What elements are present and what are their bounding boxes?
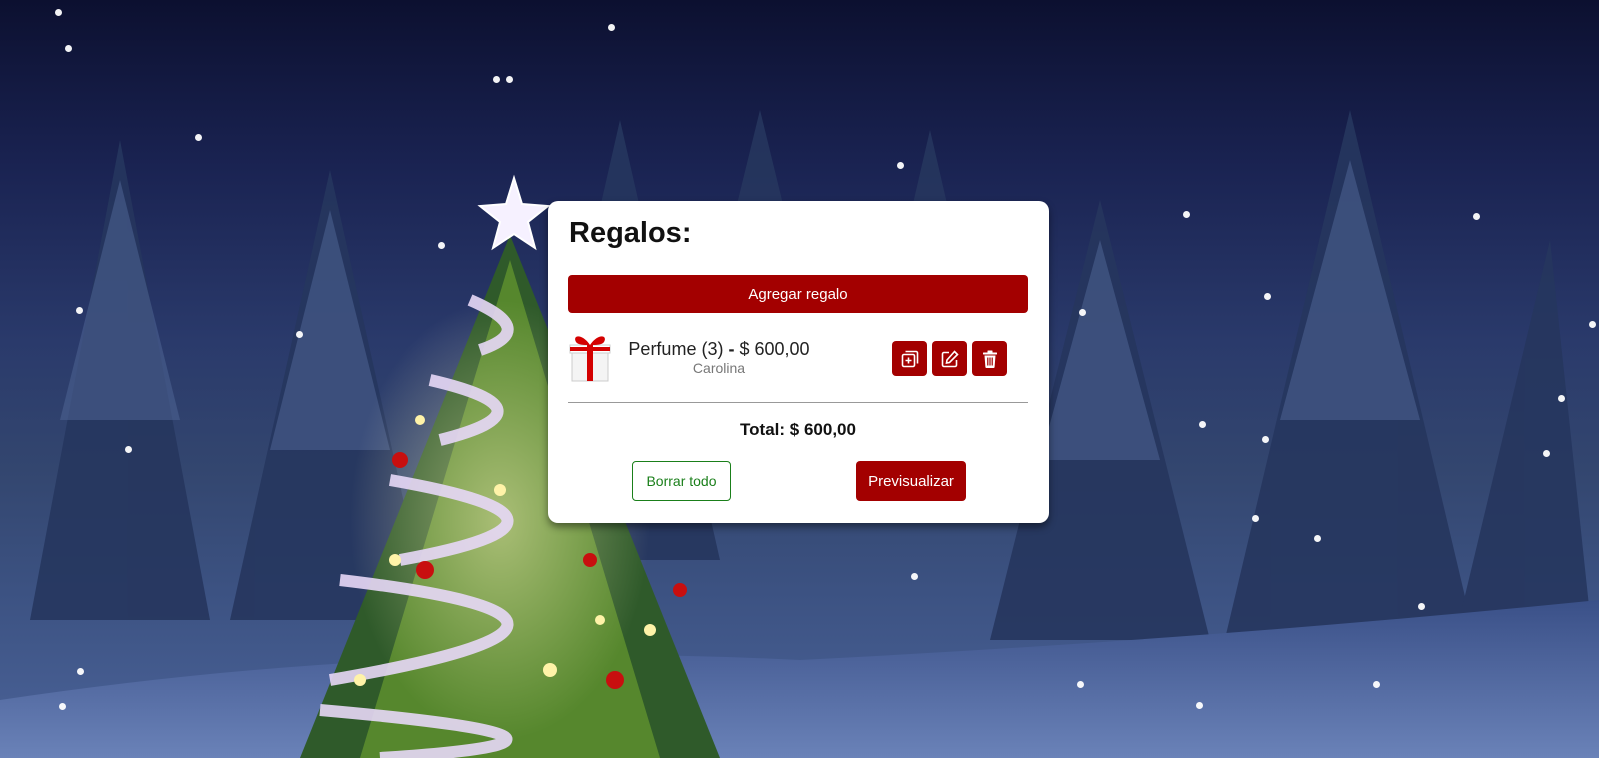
snowflake	[55, 9, 62, 16]
snowflake	[77, 668, 84, 675]
snowflake	[1373, 681, 1380, 688]
total-label: Total: $ 600,00	[740, 420, 856, 439]
snowflake	[195, 134, 202, 141]
snowflake	[1199, 421, 1206, 428]
snowflake	[65, 45, 72, 52]
snowflake	[1077, 681, 1084, 688]
snowflake	[438, 242, 445, 249]
gift-item: Perfume (3) - $ 600,00 Carolina	[568, 331, 1028, 383]
edit-gift-button[interactable]	[932, 341, 967, 376]
trash-icon	[982, 350, 997, 368]
snowflake	[1196, 702, 1203, 709]
snowflake	[897, 162, 904, 169]
gift-text: Perfume (3) - $ 600,00 Carolina	[624, 339, 814, 377]
gift-box-icon	[569, 336, 611, 382]
gifts-card: Regalos: Agregar regalo Perfume (3) - $ …	[548, 201, 1049, 523]
snowflake	[493, 76, 500, 83]
snowflake	[59, 703, 66, 710]
snowflake	[911, 573, 918, 580]
snowflake	[296, 331, 303, 338]
duplicate-icon	[901, 350, 918, 367]
snowflake	[1473, 213, 1480, 220]
star-icon	[477, 174, 551, 251]
gift-separator: -	[728, 339, 735, 359]
divider	[568, 402, 1028, 403]
edit-icon	[941, 349, 959, 367]
add-gift-button[interactable]: Agregar regalo	[568, 275, 1028, 313]
snowflake	[1314, 535, 1321, 542]
snowflake	[76, 307, 83, 314]
snowflake	[125, 446, 132, 453]
clear-all-button[interactable]: Borrar todo	[632, 461, 731, 501]
gift-line: Perfume (3) - $ 600,00	[624, 339, 814, 359]
snowflake	[1418, 603, 1425, 610]
snowflake	[506, 76, 513, 83]
gift-price: $ 600,00	[739, 339, 810, 359]
snowflake	[1589, 321, 1596, 328]
preview-button[interactable]: Previsualizar	[856, 461, 966, 501]
gift-name: Perfume	[628, 339, 697, 359]
snowflake	[608, 24, 615, 31]
snowflake	[1264, 293, 1271, 300]
duplicate-gift-button[interactable]	[892, 341, 927, 376]
snowflake	[1262, 436, 1269, 443]
snowflake	[1543, 450, 1550, 457]
snowflake	[1183, 211, 1190, 218]
delete-gift-button[interactable]	[972, 341, 1007, 376]
snowflake	[1558, 395, 1565, 402]
snowflake	[1079, 309, 1086, 316]
gift-quantity: (3)	[701, 339, 724, 359]
card-title: Regalos:	[569, 217, 692, 249]
gift-recipient: Carolina	[692, 360, 746, 376]
snowflake	[1252, 515, 1259, 522]
